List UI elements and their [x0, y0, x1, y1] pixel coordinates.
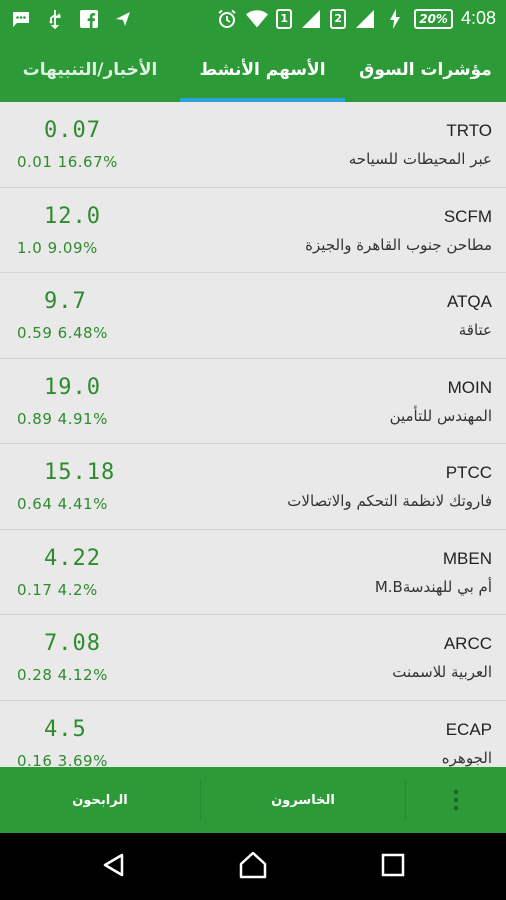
- signal-icon: [300, 9, 322, 29]
- usb-icon: [44, 9, 66, 29]
- stock-list[interactable]: 0.07 0.01 16.67% TRTO عبر المحيطات للسيا…: [0, 102, 506, 767]
- sim2-icon: 2: [330, 8, 347, 29]
- wifi-icon: [246, 9, 269, 29]
- tab-label: مؤشرات السوق: [359, 59, 492, 80]
- stock-change: 0.17 4.2%: [17, 580, 98, 599]
- stock-code: ARCC: [443, 634, 492, 653]
- stock-change: 0.16 3.69%: [17, 751, 108, 768]
- alarm-icon: [216, 9, 238, 29]
- overflow-menu-icon: [454, 790, 458, 810]
- stock-price: 9.7: [44, 289, 87, 314]
- stock-price: 4.5: [44, 716, 87, 742]
- stock-name: عبر المحيطات للسياحه: [348, 150, 492, 168]
- stock-change: 0.64 4.41%: [17, 495, 108, 513]
- back-button[interactable]: [84, 833, 144, 900]
- stock-row[interactable]: 15.18 0.64 4.41% PTCC فاروتك لانظمة التح…: [0, 444, 506, 530]
- bottom-action-bar: الرابحون الخاسرون: [0, 767, 506, 833]
- stock-code: ATQA: [446, 292, 492, 311]
- stock-name: المهندس للتأمين: [389, 406, 492, 425]
- tab-label: الأسهم الأنشط: [199, 59, 326, 80]
- send-icon: [112, 9, 134, 29]
- sim1-icon: 1: [276, 8, 293, 29]
- recents-button[interactable]: [363, 833, 423, 900]
- charging-icon: [384, 8, 406, 29]
- stock-price: 12.0: [44, 203, 101, 229]
- gainers-label: الرابحون: [72, 792, 128, 808]
- stock-name: فاروتك لانظمة التحكم والاتصالات: [287, 492, 492, 510]
- stock-code: TRTO: [446, 121, 492, 140]
- stock-code: MBEN: [442, 548, 492, 568]
- stock-row[interactable]: 9.7 0.59 6.48% ATQA عتاقة: [0, 273, 506, 359]
- overflow-menu-button[interactable]: [406, 767, 506, 833]
- stock-code: MOIN: [447, 377, 492, 397]
- stock-name: الجوهره: [441, 748, 492, 767]
- stock-change: 1.0 9.09%: [17, 238, 98, 257]
- stock-change: 0.28 4.12%: [17, 666, 108, 684]
- recents-icon: [381, 853, 405, 881]
- stock-name: العربية للاسمنت: [392, 663, 492, 681]
- status-bar: 1 2 20% 4:08: [0, 0, 506, 37]
- gainers-button[interactable]: الرابحون: [0, 767, 200, 833]
- losers-button[interactable]: الخاسرون: [201, 767, 405, 833]
- stock-code: PTCC: [445, 463, 492, 482]
- signal-icon: [354, 9, 376, 29]
- stock-price: 7.08: [44, 631, 101, 656]
- stock-price: 15.18: [44, 460, 116, 485]
- tab-bar: الأخبار/التنبيهات الأسهم الأنشط مؤشرات ا…: [0, 37, 506, 102]
- stock-price: 19.0: [44, 374, 101, 400]
- back-icon: [101, 852, 127, 882]
- tab-news-alerts[interactable]: الأخبار/التنبيهات: [0, 37, 180, 102]
- tab-market-indices[interactable]: مؤشرات السوق: [345, 37, 506, 102]
- stock-code: ECAP: [445, 719, 492, 739]
- losers-label: الخاسرون: [271, 792, 335, 808]
- stock-name: مطاحن جنوب القاهرة والجيزة: [305, 235, 492, 254]
- clock: 4:08: [460, 8, 496, 28]
- battery-level: 20%: [414, 8, 453, 29]
- facebook-icon: [78, 9, 100, 29]
- stock-name: أم بي للهندسةM.B: [374, 577, 492, 596]
- stock-change: 0.01 16.67%: [17, 153, 118, 171]
- stock-row[interactable]: 0.07 0.01 16.67% TRTO عبر المحيطات للسيا…: [0, 102, 506, 188]
- home-icon: [238, 851, 268, 883]
- stock-row[interactable]: 4.5 0.16 3.69% ECAP الجوهره: [0, 701, 506, 768]
- stock-name: عتاقة: [458, 321, 492, 339]
- system-nav-bar: [0, 833, 506, 900]
- tab-label: الأخبار/التنبيهات: [22, 59, 158, 80]
- message-icon: [10, 9, 32, 29]
- stock-row[interactable]: 4.22 0.17 4.2% MBEN أم بي للهندسةM.B: [0, 530, 506, 615]
- stock-code: SCFM: [443, 206, 492, 226]
- stock-price: 0.07: [44, 118, 101, 143]
- stock-price: 4.22: [44, 545, 101, 571]
- stock-row[interactable]: 19.0 0.89 4.91% MOIN المهندس للتأمين: [0, 359, 506, 444]
- stock-row[interactable]: 12.0 1.0 9.09% SCFM مطاحن جنوب القاهرة و…: [0, 188, 506, 273]
- home-button[interactable]: [223, 833, 283, 900]
- stock-row[interactable]: 7.08 0.28 4.12% ARCC العربية للاسمنت: [0, 615, 506, 701]
- stock-change: 0.89 4.91%: [17, 409, 108, 428]
- tab-most-active[interactable]: الأسهم الأنشط: [180, 37, 345, 102]
- stock-change: 0.59 6.48%: [17, 324, 108, 342]
